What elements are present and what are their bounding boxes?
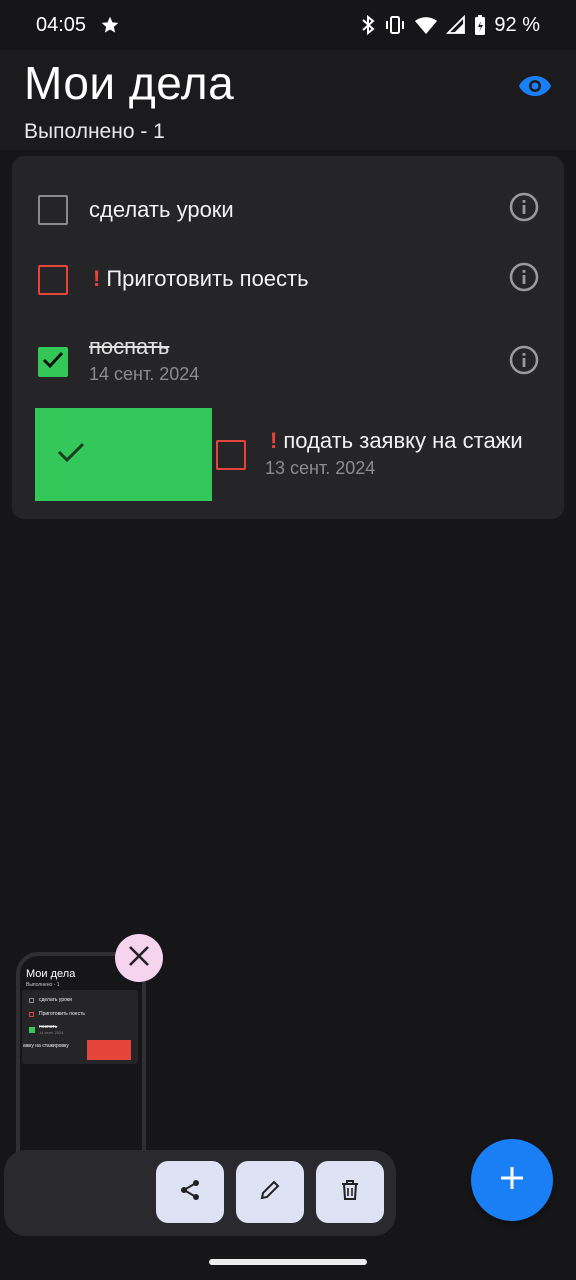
- task-row[interactable]: ! Приготовить поесть: [12, 246, 564, 316]
- task-row-swiping[interactable]: ! подать заявку на стажи 13 сент. 2024: [12, 406, 564, 506]
- thumbnail-row: Приготовить поесть: [39, 1011, 85, 1017]
- thumbnail-subtitle: Выполнено - 1: [26, 982, 60, 988]
- task-info-button[interactable]: [508, 192, 540, 227]
- task-row[interactable]: поспать 14 сент. 2024: [12, 316, 564, 406]
- bluetooth-icon: [360, 14, 376, 36]
- wifi-icon: [414, 15, 438, 35]
- signal-icon: [446, 15, 466, 35]
- thumbnail-delete-swipe: [87, 1040, 131, 1060]
- battery-percent: 92 %: [494, 13, 540, 36]
- thumbnail-card: сделать уроки Приготовить поесть поспать…: [22, 990, 138, 1064]
- important-mark: !: [270, 428, 278, 453]
- checkmark-icon: [42, 351, 64, 374]
- share-button[interactable]: [156, 1161, 224, 1223]
- add-task-button[interactable]: [471, 1139, 553, 1221]
- task-info-button[interactable]: [508, 345, 540, 380]
- battery-icon: [474, 14, 486, 36]
- thumbnail-checkbox: [29, 1027, 35, 1033]
- task-title: поспать: [89, 334, 170, 359]
- task-date: 14 сент. 2024: [89, 364, 200, 384]
- page-title: Мои дела: [24, 57, 235, 109]
- task-title-text: Приготовить поесть: [106, 266, 309, 291]
- task-info-button[interactable]: [508, 262, 540, 297]
- task-title: ! подать заявку на стажи: [270, 428, 523, 454]
- status-time: 04:05: [36, 13, 87, 36]
- completed-count: Выполнено - 1: [24, 120, 165, 143]
- thumbnail-date: 14 сент. 2024: [39, 1030, 64, 1035]
- thumbnail-row: ажку на стажировку: [23, 1043, 69, 1049]
- edit-button[interactable]: [236, 1161, 304, 1223]
- share-icon: [178, 1178, 202, 1207]
- important-mark: !: [93, 266, 101, 291]
- task-checkbox[interactable]: [216, 440, 246, 470]
- trash-icon: [340, 1179, 360, 1206]
- task-checkbox[interactable]: [38, 195, 68, 225]
- close-icon: [127, 944, 151, 973]
- eye-icon: [518, 74, 552, 103]
- info-icon: [509, 262, 539, 297]
- task-title: сделать уроки: [89, 197, 234, 222]
- task-checkbox[interactable]: [38, 265, 68, 295]
- thumbnail-row: сделать уроки: [39, 997, 72, 1003]
- thumbnail-checkbox: [29, 1012, 34, 1017]
- toggle-visibility-button[interactable]: [510, 68, 560, 108]
- thumbnail-title: Мои дела: [26, 968, 76, 980]
- task-title: ! Приготовить поесть: [93, 266, 309, 292]
- app-bar: Мои дела Выполнено - 1: [0, 50, 576, 150]
- pencil-icon: [259, 1179, 281, 1206]
- status-bar: 04:05 92 %: [0, 0, 576, 50]
- thumbnail-checkbox: [29, 998, 34, 1003]
- delete-button[interactable]: [316, 1161, 384, 1223]
- task-checkbox-checked[interactable]: [38, 347, 68, 377]
- task-date: 13 сент. 2024: [265, 458, 376, 478]
- plus-icon: [499, 1165, 525, 1196]
- info-icon: [509, 192, 539, 227]
- vibrate-icon: [384, 15, 406, 35]
- task-list: сделать уроки ! Приготовить поесть поспат…: [12, 156, 564, 519]
- home-indicator[interactable]: [209, 1259, 367, 1265]
- close-preview-button[interactable]: [115, 934, 163, 982]
- star-icon: [100, 15, 120, 35]
- task-title-text: подать заявку на стажи: [283, 428, 523, 453]
- info-icon: [509, 345, 539, 380]
